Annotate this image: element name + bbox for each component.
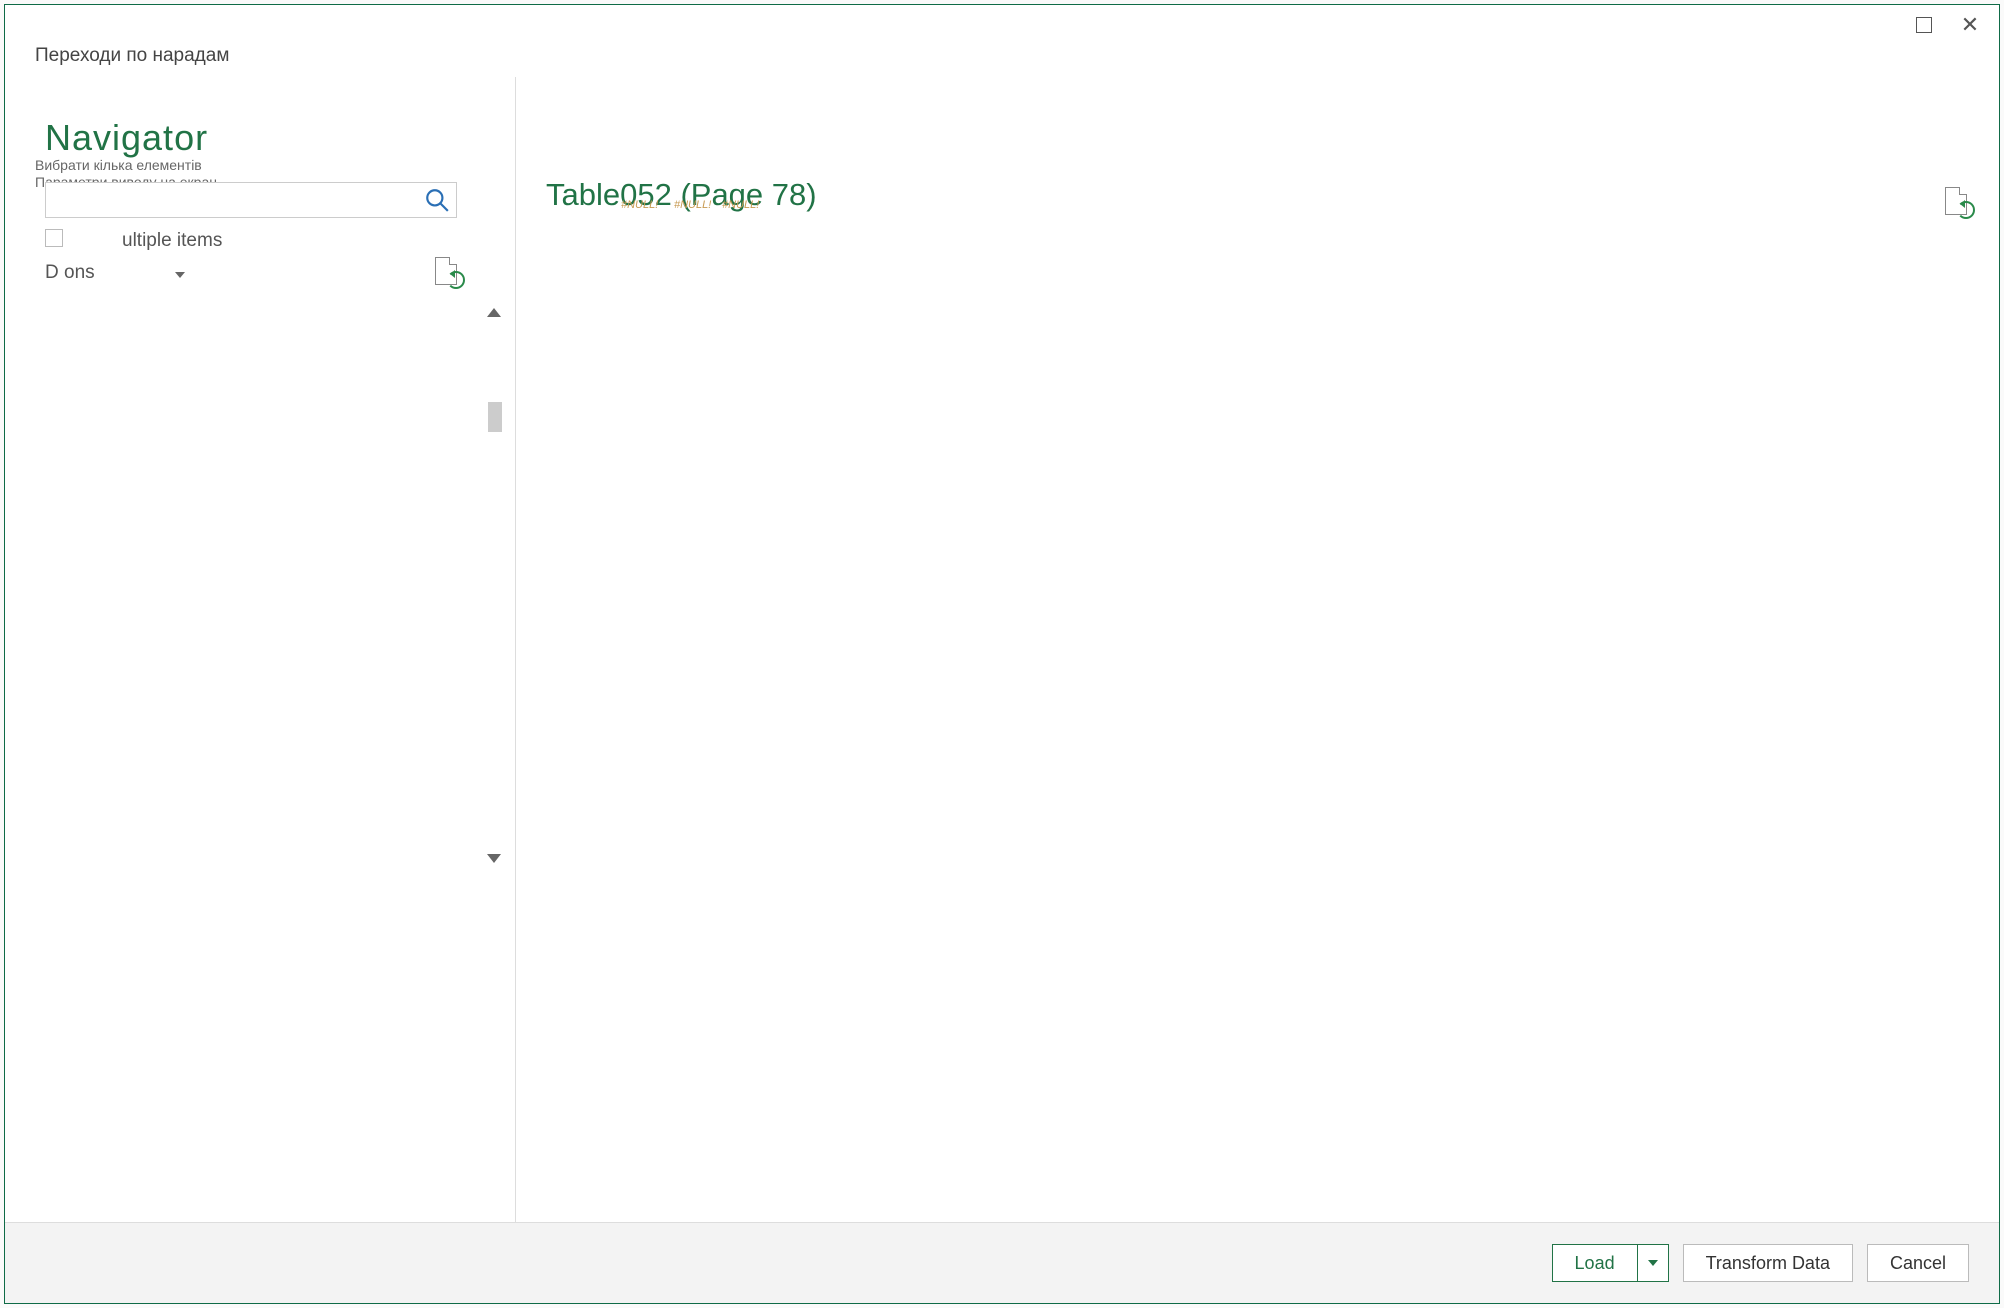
titlebar: ✕ [5, 5, 1999, 45]
scroll-up-button[interactable] [483, 301, 505, 323]
refresh-ghost-icon [435, 257, 459, 285]
refresh-button[interactable] [1945, 187, 1969, 215]
chevron-down-icon [175, 272, 185, 278]
navigator-dialog: ✕ Переходи по нарадам Navigator Вибрати … [4, 4, 2000, 1304]
maximize-button[interactable] [1901, 9, 1947, 41]
scroll-down-button[interactable] [483, 847, 505, 869]
preview-title: Table052 (Page 78) #NULL! #NULL! #NULL! [546, 177, 817, 213]
search-icon[interactable] [424, 187, 450, 213]
load-button[interactable]: Load [1552, 1244, 1637, 1282]
load-dropdown-caret[interactable] [1637, 1244, 1669, 1282]
search-input[interactable] [46, 185, 424, 215]
left-pane: Navigator Вибрати кілька елементів Парам… [5, 77, 505, 1222]
navigator-tree[interactable] [55, 295, 435, 875]
cancel-button[interactable]: Cancel [1867, 1244, 1969, 1282]
ghost-checkbox [45, 229, 63, 247]
load-split-button[interactable]: Load [1552, 1244, 1669, 1282]
transform-data-button[interactable]: Transform Data [1683, 1244, 1853, 1282]
search-box[interactable] [45, 182, 457, 218]
ghost-select-multiple-uk: Вибрати кілька елементів [35, 157, 202, 173]
ghost-display-options: D ons [45, 262, 95, 284]
null-badge: #NULL! [674, 199, 711, 211]
navigator-heading: Navigator [45, 117, 208, 159]
null-badge: #NULL! [722, 199, 759, 211]
scrollbar-thumb[interactable] [488, 402, 502, 432]
dialog-footer: Load Transform Data Cancel [5, 1222, 1999, 1303]
close-button[interactable]: ✕ [1947, 9, 1993, 41]
preview-pane: Table052 (Page 78) #NULL! #NULL! #NULL! [515, 77, 1999, 1222]
window-subtitle: Переходи по нарадам [5, 45, 1999, 77]
null-badge: #NULL! [621, 199, 658, 211]
ghost-multiple-items-en: ultiple items [122, 230, 222, 252]
